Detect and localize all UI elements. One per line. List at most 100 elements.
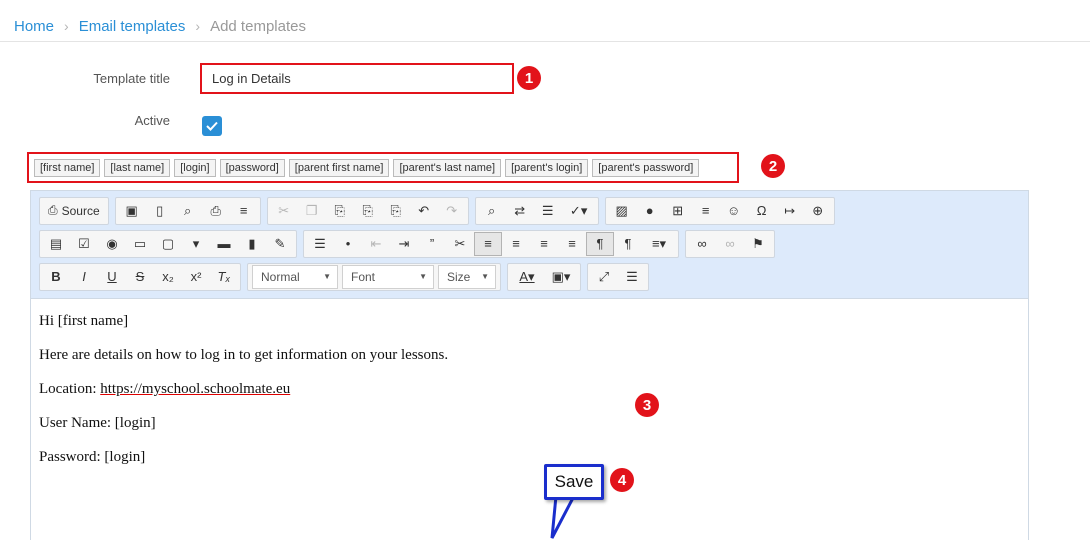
print-icon[interactable]: ⎙ <box>202 199 230 223</box>
cut-icon[interactable]: ✂ <box>270 199 298 223</box>
smiley-icon[interactable]: ☺ <box>720 199 748 223</box>
numbered-list-icon[interactable]: ☰ <box>306 232 334 256</box>
button-icon[interactable]: ▬ <box>210 232 238 256</box>
placeholder-tag[interactable]: [parent's login] <box>505 158 589 177</box>
size-select[interactable]: Size ▼ <box>438 264 496 289</box>
placeholder-tag[interactable]: [parent's password] <box>592 158 700 177</box>
show-blocks-icon[interactable]: ☰ <box>618 265 646 289</box>
placeholder-tag[interactable]: [last name] <box>104 158 171 177</box>
checkbox-icon[interactable]: ☑ <box>70 232 98 256</box>
content-password: Password: [login] <box>39 449 146 465</box>
editor-toolbar: ⎙ Source ▣ ▯ ⌕ ⎙ ≡ ✂ ❐ ⎘ ⎘ ⎘ ↶ ↷ ⌕ ⇄ ☰ ✓… <box>31 191 1028 299</box>
align-right-icon[interactable]: ≡ <box>530 232 558 256</box>
align-center-icon[interactable]: ≡ <box>502 232 530 256</box>
maximize-icon[interactable]: ⤢ <box>590 265 618 289</box>
redo-icon[interactable]: ↷ <box>438 199 466 223</box>
textarea-icon[interactable]: ▢ <box>154 232 182 256</box>
indent-icon[interactable]: ⇥ <box>390 232 418 256</box>
placeholder-tag[interactable]: [parent first name] <box>288 158 390 177</box>
replace-icon[interactable]: ⇄ <box>506 199 534 223</box>
subscript-icon[interactable]: x₂ <box>154 265 182 289</box>
spellcheck-icon[interactable]: ✓▾ <box>562 199 596 223</box>
flash-icon[interactable]: ● <box>636 199 664 223</box>
table-icon[interactable]: ⊞ <box>664 199 692 223</box>
breadcrumb-email-templates[interactable]: Email templates <box>79 18 186 35</box>
horizontal-line-icon[interactable]: ≡ <box>692 199 720 223</box>
div-icon[interactable]: ✂ <box>446 232 474 256</box>
source-icon: ⎙ <box>48 203 58 217</box>
preview-icon[interactable]: ⌕ <box>174 199 202 223</box>
placeholder-tag[interactable]: [parent's last name] <box>393 158 502 177</box>
image-icon[interactable]: ▨ <box>608 199 636 223</box>
ltr-icon[interactable]: ¶ <box>586 231 614 256</box>
save-icon[interactable]: ▣ <box>118 199 146 223</box>
rtl-icon[interactable]: ¶ <box>614 232 642 256</box>
annotation-badge-4: 4 <box>610 468 634 492</box>
placeholder-tag[interactable]: [first name] <box>34 158 101 177</box>
remove-format-icon[interactable]: Tₓ <box>210 265 238 289</box>
outdent-icon[interactable]: ⇤ <box>362 232 390 256</box>
content-greeting: Hi [first name] <box>39 313 129 329</box>
form-icon[interactable]: ▤ <box>42 232 70 256</box>
chevron-down-icon: ▼ <box>323 272 331 281</box>
special-char-icon[interactable]: Ω <box>748 199 776 223</box>
annotation-badge-1: 1 <box>517 66 541 90</box>
italic-icon[interactable]: I <box>70 265 98 289</box>
select-all-icon[interactable]: ☰ <box>534 199 562 223</box>
save-callout: Save <box>544 464 604 500</box>
rich-text-editor: ⎙ Source ▣ ▯ ⌕ ⎙ ≡ ✂ ❐ ⎘ ⎘ ⎘ ↶ ↷ ⌕ ⇄ ☰ ✓… <box>30 190 1029 540</box>
bold-icon[interactable]: B <box>42 265 70 289</box>
underline-icon[interactable]: U <box>98 265 126 289</box>
language-icon[interactable]: ≡▾ <box>642 232 676 256</box>
bulleted-list-icon[interactable]: • <box>334 232 362 256</box>
paste-icon[interactable]: ⎘ <box>326 199 354 223</box>
new-page-icon[interactable]: ▯ <box>146 199 174 223</box>
placeholder-tag[interactable]: [login] <box>174 158 216 177</box>
chevron-right-icon: › <box>64 18 69 34</box>
superscript-icon[interactable]: x² <box>182 265 210 289</box>
chevron-right-icon: › <box>195 18 201 34</box>
chevron-down-icon: ▼ <box>419 272 427 281</box>
background-color-icon[interactable]: ▣▾ <box>544 265 578 289</box>
active-label: Active <box>134 113 170 128</box>
find-icon[interactable]: ⌕ <box>478 199 506 223</box>
callout-pointer <box>550 496 576 539</box>
select-icon[interactable]: ▾ <box>182 232 210 256</box>
image-button-icon[interactable]: ▮ <box>238 232 266 256</box>
paste-word-icon[interactable]: ⎘ <box>382 199 410 223</box>
undo-icon[interactable]: ↶ <box>410 199 438 223</box>
align-left-icon[interactable]: ≡ <box>474 231 502 256</box>
unlink-icon[interactable]: ∞ <box>716 232 744 256</box>
content-location: Location: https://myschool.schoolmate.eu <box>39 381 291 397</box>
checkmark-icon <box>206 121 218 131</box>
iframe-icon[interactable]: ⊕ <box>804 199 832 223</box>
justify-icon[interactable]: ≡ <box>558 232 586 256</box>
placeholder-tags-bar: [first name] [last name] [login] [passwo… <box>27 152 739 183</box>
breadcrumb-home[interactable]: Home <box>14 18 54 35</box>
template-title-label: Template title <box>93 71 170 86</box>
paste-text-icon[interactable]: ⎘ <box>354 199 382 223</box>
content-username: User Name: [login] <box>39 415 156 431</box>
page-break-icon[interactable]: ↦ <box>776 199 804 223</box>
active-checkbox[interactable] <box>202 116 222 136</box>
hidden-field-icon[interactable]: ✎ <box>266 232 294 256</box>
location-link[interactable]: https://myschool.schoolmate.eu <box>100 381 290 397</box>
template-title-input[interactable] <box>200 63 514 94</box>
placeholder-tag[interactable]: [password] <box>219 158 285 177</box>
strikethrough-icon[interactable]: S <box>126 265 154 289</box>
font-select[interactable]: Font ▼ <box>342 264 434 289</box>
breadcrumb-current: Add templates <box>210 17 306 35</box>
editor-content[interactable]: Hi [first name] Here are details on how … <box>31 299 1028 465</box>
format-select[interactable]: Normal ▼ <box>252 264 338 289</box>
radio-icon[interactable]: ◉ <box>98 232 126 256</box>
content-intro: Here are details on how to log in to get… <box>39 347 449 363</box>
blockquote-icon[interactable]: ” <box>418 232 446 256</box>
text-color-icon[interactable]: A▾ <box>510 265 544 289</box>
link-icon[interactable]: ∞ <box>688 232 716 256</box>
textfield-icon[interactable]: ▭ <box>126 232 154 256</box>
source-button[interactable]: ⎙ Source <box>42 199 106 223</box>
annotation-badge-2: 2 <box>761 154 785 178</box>
copy-icon[interactable]: ❐ <box>298 199 326 223</box>
templates-icon[interactable]: ≡ <box>230 199 258 223</box>
anchor-icon[interactable]: ⚑ <box>744 232 772 256</box>
